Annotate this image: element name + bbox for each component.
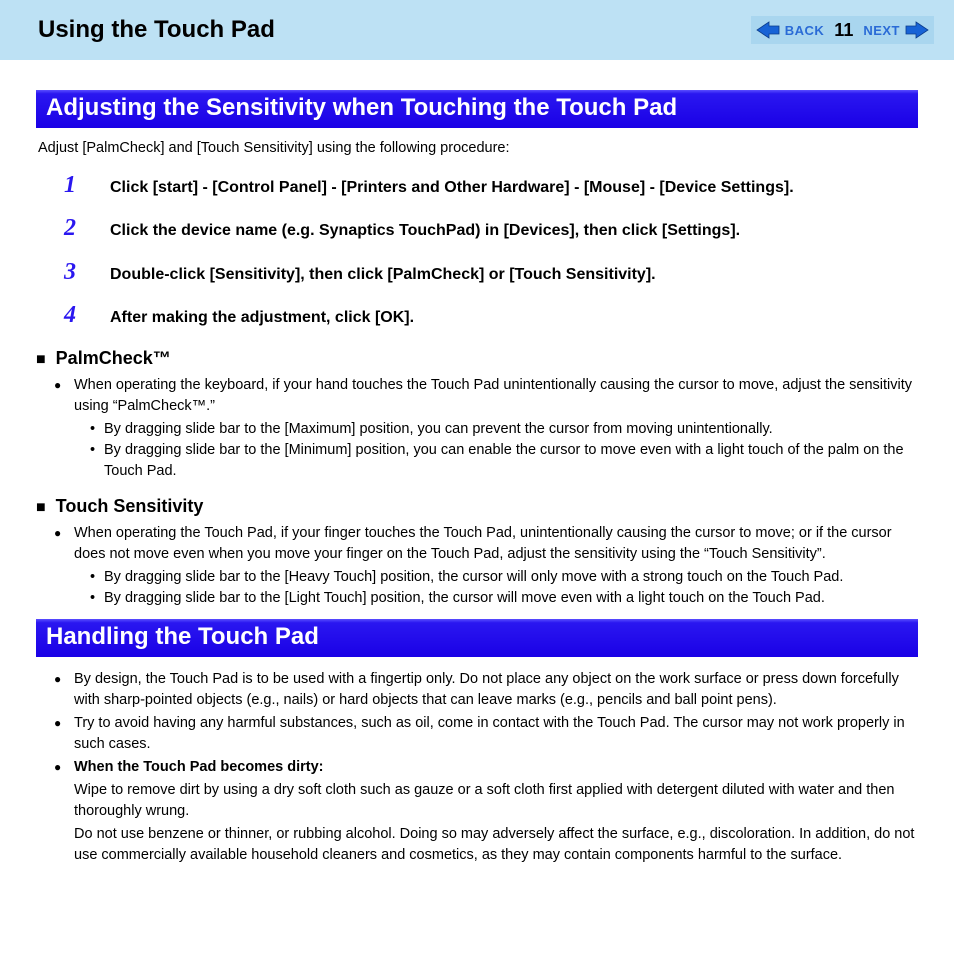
bullet-text: When operating the Touch Pad, if your fi…	[74, 525, 892, 562]
page-title: Using the Touch Pad	[38, 16, 275, 44]
numbered-steps: 1 Click [start] - [Control Panel] - [Pri…	[64, 172, 918, 330]
bold-lead: When the Touch Pad becomes dirty:	[74, 759, 323, 775]
continuation-text: Do not use benzene or thinner, or rubbin…	[74, 824, 918, 866]
list-item: When the Touch Pad becomes dirty: Wipe t…	[54, 757, 918, 866]
next-arrow-icon[interactable]	[904, 20, 930, 40]
subheading-touch-sensitivity: Touch Sensitivity	[36, 496, 918, 517]
step-text: Click [start] - [Control Panel] - [Print…	[110, 177, 794, 199]
intro-paragraph: Adjust [PalmCheck] and [Touch Sensitivit…	[38, 140, 918, 156]
palmcheck-sublist: By dragging slide bar to the [Maximum] p…	[90, 419, 918, 482]
section-heading-adjusting: Adjusting the Sensitivity when Touching …	[36, 90, 918, 128]
step-number: 2	[64, 215, 110, 242]
touchsens-list: When operating the Touch Pad, if your fi…	[54, 523, 918, 609]
content-area: Adjusting the Sensitivity when Touching …	[0, 60, 954, 904]
step-number: 1	[64, 172, 110, 199]
next-link[interactable]: NEXT	[859, 23, 904, 38]
sublist-item: By dragging slide bar to the [Heavy Touc…	[90, 567, 918, 588]
nav-box: BACK 11 NEXT	[751, 16, 934, 44]
list-item: When operating the Touch Pad, if your fi…	[54, 523, 918, 609]
sublist-item: By dragging slide bar to the [Maximum] p…	[90, 419, 918, 440]
sublist-item: By dragging slide bar to the [Light Touc…	[90, 588, 918, 609]
step-number: 4	[64, 302, 110, 329]
continuation-text: Wipe to remove dirt by using a dry soft …	[74, 780, 918, 822]
list-item: By design, the Touch Pad is to be used w…	[54, 669, 918, 711]
page-number: 11	[828, 20, 859, 41]
step-1: 1 Click [start] - [Control Panel] - [Pri…	[64, 172, 918, 199]
list-item: When operating the keyboard, if your han…	[54, 375, 918, 482]
bullet-text: When operating the keyboard, if your han…	[74, 377, 912, 414]
list-item: Try to avoid having any harmful substanc…	[54, 713, 918, 755]
back-link[interactable]: BACK	[781, 23, 829, 38]
touchsens-sublist: By dragging slide bar to the [Heavy Touc…	[90, 567, 918, 609]
back-arrow-icon[interactable]	[755, 20, 781, 40]
section-heading-handling: Handling the Touch Pad	[36, 619, 918, 657]
step-text: After making the adjustment, click [OK].	[110, 307, 414, 329]
header-bar: Using the Touch Pad BACK 11 NEXT	[0, 0, 954, 60]
handling-list: By design, the Touch Pad is to be used w…	[54, 669, 918, 866]
subheading-palmcheck: PalmCheck™	[36, 348, 918, 369]
step-4: 4 After making the adjustment, click [OK…	[64, 302, 918, 329]
step-3: 3 Double-click [Sensitivity], then click…	[64, 259, 918, 286]
step-2: 2 Click the device name (e.g. Synaptics …	[64, 215, 918, 242]
palmcheck-list: When operating the keyboard, if your han…	[54, 375, 918, 482]
step-text: Click the device name (e.g. Synaptics To…	[110, 220, 740, 242]
step-text: Double-click [Sensitivity], then click […	[110, 264, 656, 286]
step-number: 3	[64, 259, 110, 286]
sublist-item: By dragging slide bar to the [Minimum] p…	[90, 440, 918, 482]
